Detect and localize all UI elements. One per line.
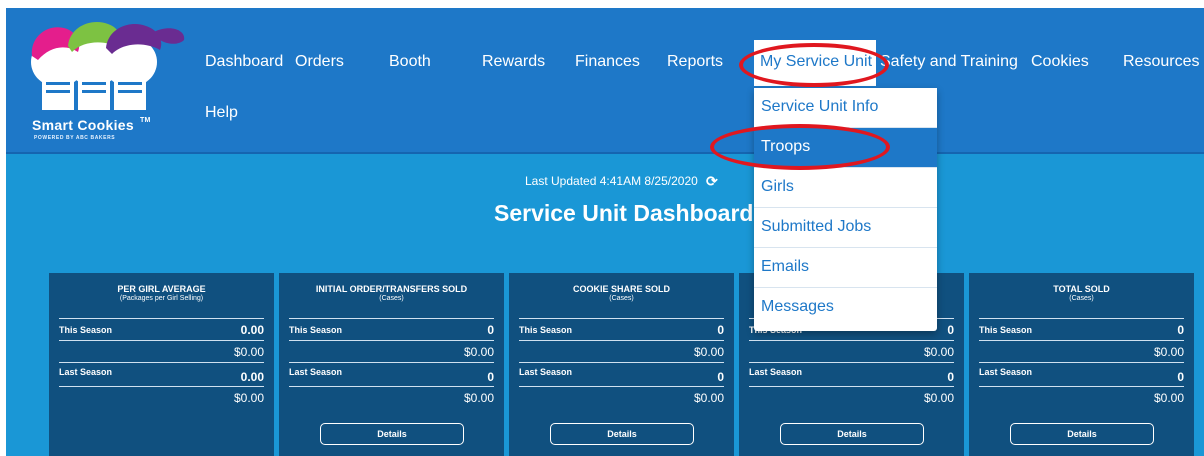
app-frame: Smart Cookies TM POWERED BY ABC BAKERS Da… <box>6 8 1204 456</box>
last-season-amount: $0.00 <box>923 391 954 405</box>
details-button[interactable]: Details <box>550 423 694 445</box>
divider <box>289 318 494 319</box>
logo-wordmark: Smart Cookies TM <box>32 117 151 133</box>
last-season-label: Last Season <box>59 367 113 377</box>
divider <box>289 340 494 341</box>
menu-item-emails[interactable]: Emails <box>754 248 937 288</box>
nav-finances[interactable]: Finances <box>575 53 640 71</box>
nav-resources[interactable]: Resources <box>1123 53 1199 71</box>
this-season-amount: $0.00 <box>693 345 724 359</box>
details-button[interactable]: Details <box>780 423 924 445</box>
divider <box>749 386 954 387</box>
details-button[interactable]: Details <box>1010 423 1154 445</box>
divider <box>979 362 1184 363</box>
nav-dashboard[interactable]: Dashboard <box>205 53 283 71</box>
this-season-label: This Season <box>519 325 573 335</box>
nav-cookies[interactable]: Cookies <box>1031 53 1089 71</box>
last-season-value: 0.00 <box>240 370 264 384</box>
divider <box>519 318 724 319</box>
card-title: INITIAL ORDER/TRANSFERS SOLD <box>315 284 468 294</box>
last-season-amount: $0.00 <box>1153 391 1184 405</box>
card-subtitle: (Cases) <box>1069 295 1094 302</box>
stat-card-cookie-share-sold: COOKIE SHARE SOLD (Cases) This Season 0 … <box>509 273 734 456</box>
divider <box>519 340 724 341</box>
this-season-label: This Season <box>979 325 1033 335</box>
this-season-amount: $0.00 <box>463 345 494 359</box>
last-season-amount: $0.00 <box>233 391 264 405</box>
divider <box>979 386 1184 387</box>
divider <box>289 362 494 363</box>
nav-help[interactable]: Help <box>205 104 238 122</box>
card-title: PER GIRL AVERAGE <box>117 284 206 294</box>
last-season-value: 0 <box>947 370 954 384</box>
this-season-value: 0.00 <box>240 323 264 337</box>
this-season-value: 0 <box>1177 323 1184 337</box>
this-season-value: 0 <box>947 323 954 337</box>
last-season-value: 0 <box>487 370 494 384</box>
refresh-icon[interactable]: ⟳ <box>706 173 718 190</box>
this-season-value: 0 <box>717 323 724 337</box>
nav-reports[interactable]: Reports <box>667 53 723 71</box>
page-title: Service Unit Dashboard <box>494 200 754 226</box>
divider <box>289 386 494 387</box>
menu-item-messages[interactable]: Messages <box>754 288 937 328</box>
nav-rewards[interactable]: Rewards <box>482 53 545 71</box>
this-season-amount: $0.00 <box>1153 345 1184 359</box>
card-title: TOTAL SOLD <box>1053 284 1110 294</box>
divider <box>519 386 724 387</box>
menu-item-service-unit-info[interactable]: Service Unit Info <box>754 88 937 128</box>
divider <box>519 362 724 363</box>
this-season-value: 0 <box>487 323 494 337</box>
divider <box>979 340 1184 341</box>
divider <box>59 318 264 319</box>
top-navigation-bar: Smart Cookies TM POWERED BY ABC BAKERS Da… <box>6 8 1204 154</box>
card-title: COOKIE SHARE SOLD <box>572 284 670 294</box>
menu-item-girls[interactable]: Girls <box>754 168 937 208</box>
card-subtitle: (Packages per Girl Selling) <box>119 295 204 302</box>
card-subtitle: (Cases) <box>379 295 404 302</box>
logo-bulbs-icon <box>31 22 185 110</box>
smart-cookies-logo[interactable]: Smart Cookies TM POWERED BY ABC BAKERS <box>26 18 201 153</box>
last-season-label: Last Season <box>519 367 573 377</box>
divider <box>59 386 264 387</box>
last-season-label: Last Season <box>749 367 803 377</box>
stat-card-total-sold: TOTAL SOLD (Cases) This Season 0 $0.00 L… <box>969 273 1194 456</box>
this-season-label: This Season <box>59 325 113 335</box>
menu-item-troops[interactable]: Troops <box>754 128 937 168</box>
divider <box>59 362 264 363</box>
stat-card-initial-order-transfers: INITIAL ORDER/TRANSFERS SOLD (Cases) Thi… <box>279 273 504 456</box>
last-updated-text: Last Updated 4:41AM 8/25/2020 <box>525 174 698 188</box>
last-season-amount: $0.00 <box>693 391 724 405</box>
last-season-value: 0 <box>1177 370 1184 384</box>
last-season-value: 0 <box>717 370 724 384</box>
nav-orders[interactable]: Orders <box>295 53 344 71</box>
this-season-amount: $0.00 <box>923 345 954 359</box>
menu-item-submitted-jobs[interactable]: Submitted Jobs <box>754 208 937 248</box>
nav-booth[interactable]: Booth <box>389 53 431 71</box>
nav-my-service-unit[interactable]: My Service Unit <box>754 40 876 86</box>
nav-my-service-unit-label: My Service Unit <box>760 53 873 70</box>
this-season-amount: $0.00 <box>233 345 264 359</box>
last-season-label: Last Season <box>289 367 343 377</box>
service-unit-dropdown-menu: Service Unit Info Troops Girls Submitted… <box>754 88 937 331</box>
this-season-label: This Season <box>289 325 343 335</box>
logo-tagline: POWERED BY ABC BAKERS <box>34 135 116 141</box>
stat-card-per-girl-average: PER GIRL AVERAGE (Packages per Girl Sell… <box>49 273 274 456</box>
divider <box>59 340 264 341</box>
nav-safety-and-training[interactable]: Safety and Training <box>880 53 1018 71</box>
details-button[interactable]: Details <box>320 423 464 445</box>
last-season-label: Last Season <box>979 367 1033 377</box>
card-subtitle: (Cases) <box>609 295 634 302</box>
divider <box>749 362 954 363</box>
divider <box>749 340 954 341</box>
divider <box>979 318 1184 319</box>
last-season-amount: $0.00 <box>463 391 494 405</box>
